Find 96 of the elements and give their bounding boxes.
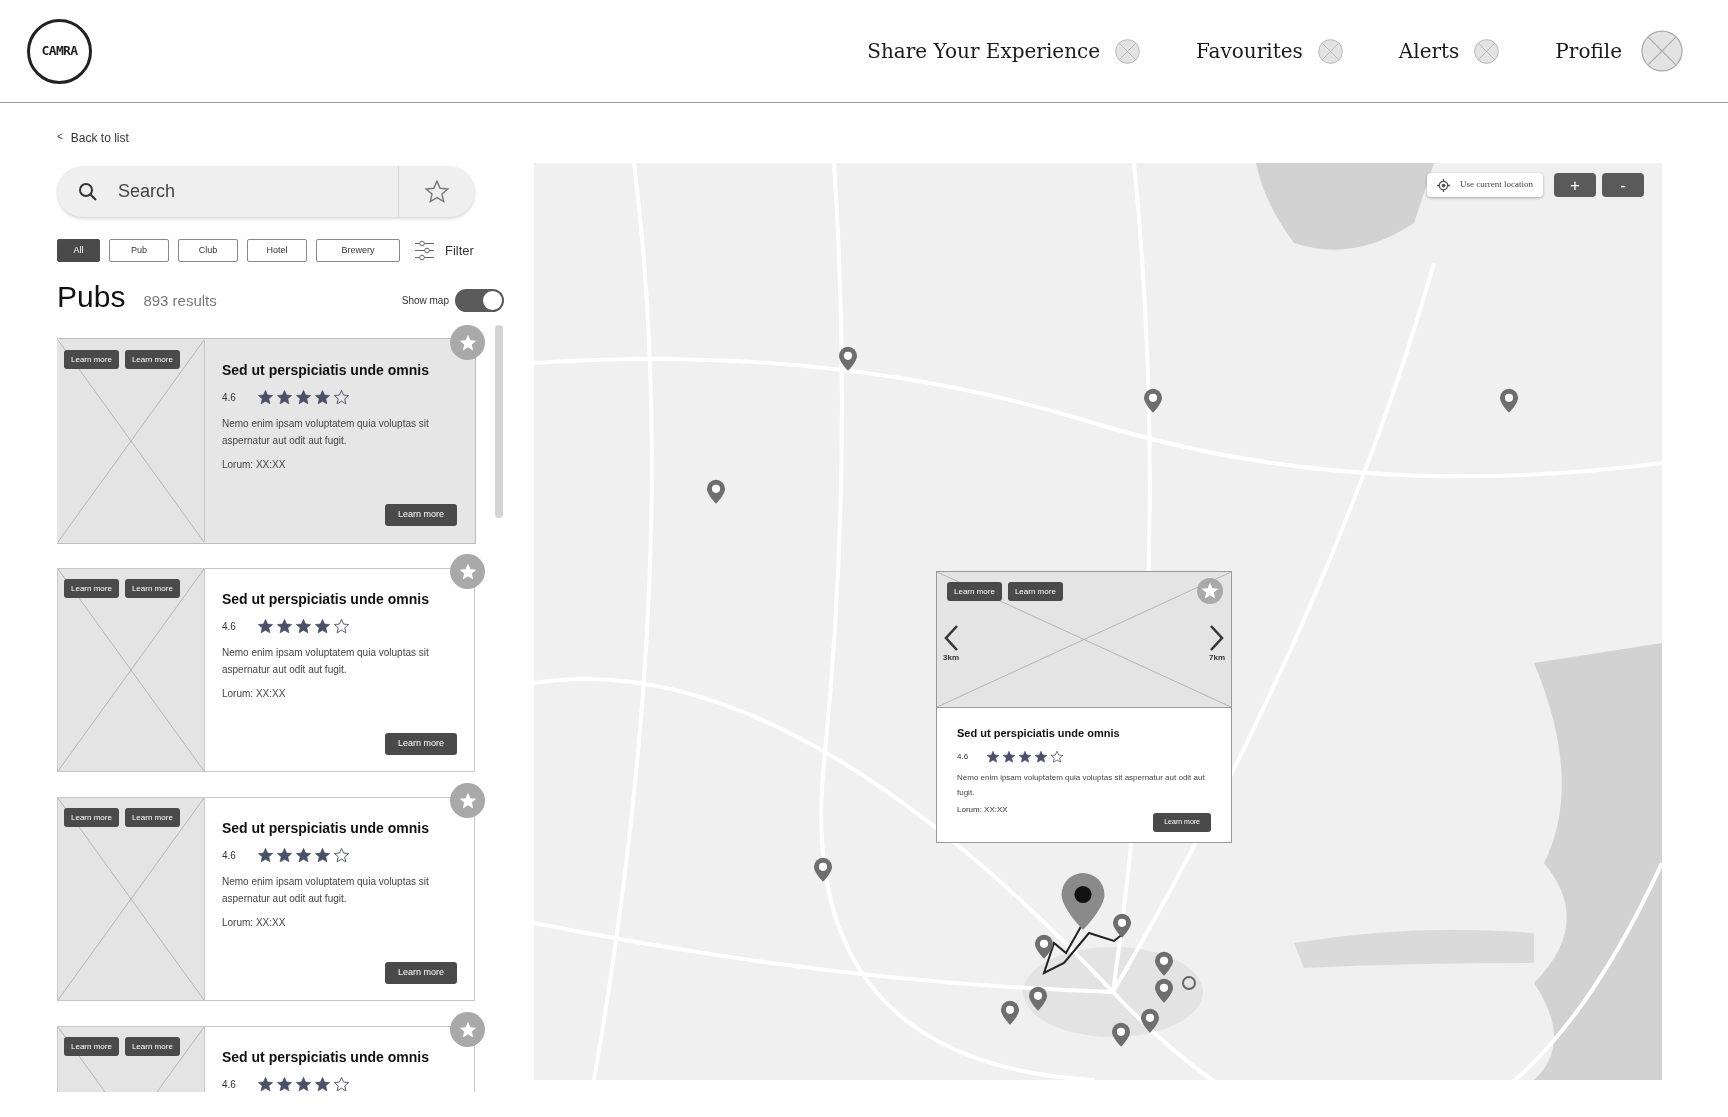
star-filled-icon — [275, 847, 293, 864]
star-empty-icon — [1050, 749, 1065, 764]
star-filled-icon — [256, 389, 274, 406]
nav-link[interactable]: Alerts — [1398, 36, 1460, 66]
star-filled-icon — [294, 618, 312, 635]
map-pin-icon[interactable] — [1034, 934, 1054, 960]
distance-label: 3km — [943, 652, 959, 664]
nav-link[interactable]: Profile — [1555, 36, 1622, 66]
show-map-toggle[interactable] — [455, 289, 504, 312]
star-filled-icon — [313, 618, 331, 635]
star-filled-icon — [256, 618, 274, 635]
learn-more-button[interactable]: Learn more — [64, 1037, 119, 1056]
chevron-left-icon — [943, 624, 959, 652]
star-filled-icon — [256, 847, 274, 864]
star-filled-icon — [275, 618, 293, 635]
previous-button[interactable]: 3km — [943, 624, 959, 664]
rating-value: 4.6 — [222, 1078, 236, 1092]
card-description: Nemo enim ipsam voluptatem quia voluptas sit aspernatur aut odit aut fugit. — [222, 417, 430, 448]
card-title: Sed ut perspiciatis unde omnis — [222, 590, 430, 609]
back-link[interactable]: < Back to list — [57, 129, 129, 147]
card-meta: Lorum: XX:XX — [957, 803, 1008, 816]
card-description: Nemo enim ipsam voluptatem quia voluptas sit aspernatur aut odit aut fugit. — [222, 875, 430, 906]
chevron-right-icon — [1209, 624, 1225, 652]
filter-button[interactable]: Filter — [414, 240, 474, 261]
card-title: Sed ut perspiciatis unde omnis — [957, 726, 1121, 741]
learn-more-button[interactable]: Learn more — [64, 579, 119, 598]
filter-chip[interactable]: Hotel — [247, 239, 307, 262]
card-title: Sed ut perspiciatis unde omnis — [222, 1048, 430, 1067]
star-empty-icon — [332, 1076, 350, 1092]
rating-value: 4.6 — [222, 620, 236, 634]
learn-more-button[interactable]: Learn more — [64, 808, 119, 827]
filter-chip[interactable]: Club — [178, 239, 238, 262]
next-button[interactable]: 7km — [1209, 624, 1225, 664]
card-meta: Lorum: XX:XX — [222, 458, 287, 472]
card-meta: Lorum: XX:XX — [222, 687, 287, 701]
learn-more-button[interactable]: Learn more — [384, 733, 457, 755]
search-bar[interactable]: Search — [57, 166, 475, 217]
show-map-label: Show map — [401, 294, 449, 308]
card-description: Nemo enim ipsam voluptatem quia voluptas sit aspernatur aut odit aut fugit. — [957, 771, 1206, 799]
star-filled-icon — [1034, 749, 1049, 764]
star-filled-icon — [256, 1076, 274, 1092]
star-filled-icon — [275, 389, 293, 406]
result-card[interactable]: Learn more Learn more Sed ut perspiciatis unde omnis 4.6 Nemo enim ipsam voluptatem quia voluptas sit aspernatur aut odit aut fugit. Lorum: XX:XX Learn more — [57, 797, 475, 1001]
star-icon — [1200, 581, 1220, 601]
star-empty-icon — [332, 847, 350, 864]
zoom-out-button[interactable]: - — [1602, 173, 1644, 197]
star-filled-icon — [986, 749, 1001, 764]
logo[interactable]: CAMRA — [27, 18, 92, 84]
rating-value: 4.6 — [957, 750, 969, 763]
learn-more-button[interactable]: Learn more — [124, 350, 180, 369]
filter-chip[interactable]: Pub — [109, 239, 169, 262]
card-meta: Lorum: XX:XX — [222, 916, 287, 930]
result-count: 893 results — [143, 290, 217, 311]
sliders-icon — [414, 240, 435, 261]
search-field[interactable]: Search — [118, 178, 368, 205]
use-location-button[interactable]: Use current location — [1427, 173, 1543, 197]
learn-more-button[interactable]: Learn more — [947, 582, 1002, 601]
card-title: Sed ut perspiciatis unde omnis — [222, 819, 430, 838]
learn-more-button[interactable]: Learn more — [384, 504, 457, 526]
back-link-label: Back to list — [70, 130, 129, 147]
result-card[interactable]: Learn more Learn more Sed ut perspiciatis unde omnis 4.6 — [57, 1026, 475, 1092]
filter-chip[interactable]: Brewery — [316, 239, 400, 262]
zoom-in-button[interactable]: + — [1554, 173, 1596, 197]
distance-label: 7km — [1209, 652, 1225, 664]
chevron-icon: < — [57, 129, 63, 147]
location-icon — [1437, 178, 1450, 192]
rating-value: 4.6 — [222, 849, 236, 863]
filter-chip[interactable]: All — [57, 239, 100, 262]
learn-more-button[interactable]: Learn more — [1007, 582, 1063, 601]
star-icon[interactable] — [424, 178, 450, 205]
star-filled-icon — [294, 389, 312, 406]
learn-more-button[interactable]: Learn more — [124, 1037, 180, 1056]
star-filled-icon — [1018, 749, 1033, 764]
learn-more-button[interactable]: Learn more — [124, 808, 180, 827]
star-filled-icon — [313, 389, 331, 406]
list-title: Pubs — [57, 280, 126, 314]
card-description: Nemo enim ipsam voluptatem quia voluptas sit aspernatur aut odit aut fugit. — [222, 646, 430, 677]
result-card[interactable]: Learn more Learn more Sed ut perspiciatis unde omnis 4.6 Nemo enim ipsam voluptatem quia voluptas sit aspernatur aut odit aut fugit. Lorum: XX:XX Learn more — [57, 339, 475, 543]
result-card[interactable]: Learn more Learn more Sed ut perspiciatis unde omnis 4.6 Nemo enim ipsam voluptatem quia voluptas sit aspernatur aut odit aut fugit. Lorum: XX:XX Learn more — [57, 568, 475, 772]
star-filled-icon — [313, 1076, 331, 1092]
star-filled-icon — [294, 847, 312, 864]
star-empty-icon — [332, 389, 350, 406]
star-filled-icon — [275, 1076, 293, 1092]
card-title: Sed ut perspiciatis unde omnis — [222, 361, 430, 380]
nav-link[interactable]: Share Your Experience — [867, 36, 1101, 66]
search-icon — [78, 181, 98, 202]
learn-more-button[interactable]: Learn more — [124, 579, 180, 598]
star-filled-icon — [294, 1076, 312, 1092]
learn-more-button[interactable]: Learn more — [64, 350, 119, 369]
nav-link[interactable]: Favourites — [1196, 36, 1303, 66]
star-empty-icon — [332, 618, 350, 635]
star-filled-icon — [313, 847, 331, 864]
scrollbar[interactable] — [495, 325, 503, 518]
star-filled-icon — [1002, 749, 1017, 764]
rating-value: 4.6 — [222, 391, 236, 405]
learn-more-button[interactable]: Learn more — [384, 962, 457, 984]
